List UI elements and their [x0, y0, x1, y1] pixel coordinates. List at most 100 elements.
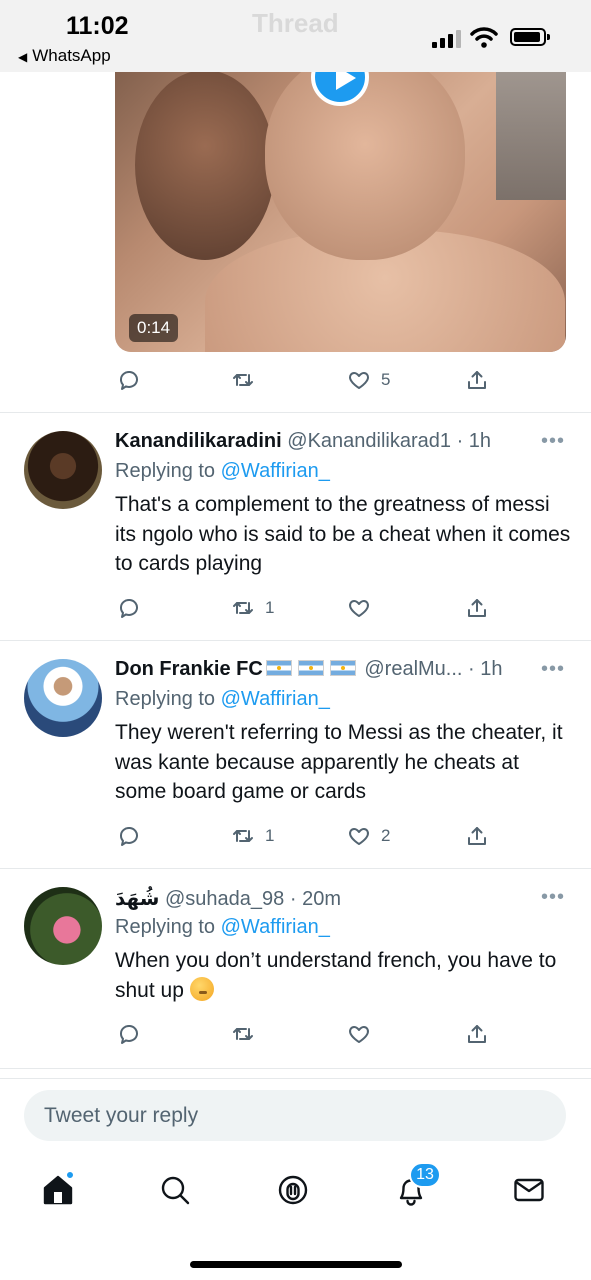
reply-header: Kanandilikaradini @Kanandilikarad1 · 1h: [115, 430, 535, 453]
replying-label: Replying to: [115, 688, 216, 710]
tab-home[interactable]: [40, 1170, 80, 1212]
avatar[interactable]: [24, 431, 102, 509]
retweet-button[interactable]: [231, 366, 255, 394]
status-bar: Thread 11:02 ◀ WhatsApp: [0, 0, 591, 72]
heart-icon: [349, 372, 369, 389]
reply-button[interactable]: [117, 366, 141, 394]
share-button[interactable]: [465, 822, 489, 850]
tweet-actions: [115, 1020, 495, 1048]
divider: [0, 412, 591, 413]
replying-to: Replying to @Waffirian_: [115, 916, 330, 939]
mail-icon: [514, 1178, 544, 1202]
tweet-reply-input[interactable]: Tweet your reply: [24, 1090, 566, 1141]
share-button[interactable]: [465, 594, 489, 622]
display-name[interactable]: Don Frankie FC: [115, 658, 263, 680]
avatar[interactable]: [24, 887, 102, 965]
bottom-tab-bar: 13: [0, 1160, 591, 1220]
like-button[interactable]: 2: [347, 822, 390, 850]
retweet-icon: [233, 602, 253, 614]
video-duration: 0:14: [129, 314, 179, 342]
replying-label: Replying to: [115, 916, 216, 938]
tab-search[interactable]: [157, 1172, 197, 1212]
reply-button[interactable]: [117, 1020, 141, 1048]
divider: [0, 1068, 591, 1069]
user-handle[interactable]: @suhada_98: [165, 888, 284, 910]
like-button[interactable]: [347, 1020, 381, 1048]
replying-label: Replying to: [115, 460, 216, 482]
argentina-flag-icon: [265, 660, 292, 676]
share-icon: [468, 599, 486, 617]
share-icon: [468, 827, 486, 845]
divider: [0, 868, 591, 869]
replying-to: Replying to @Waffirian_: [115, 688, 330, 711]
like-button[interactable]: 5: [347, 366, 390, 394]
tweet-text: They weren't referring to Messi as the c…: [115, 721, 563, 803]
heart-icon: [349, 828, 369, 845]
home-indicator: [190, 1261, 402, 1268]
share-button[interactable]: [465, 1020, 489, 1048]
replying-to: Replying to @Waffirian_: [115, 460, 330, 483]
divider: [0, 1078, 591, 1079]
tweet-video[interactable]: 0:14: [115, 40, 566, 352]
share-icon: [468, 371, 486, 389]
tweet-text-container: When you don’t understand french, you ha…: [115, 946, 575, 1005]
avatar[interactable]: [24, 659, 102, 737]
reply-placeholder: Tweet your reply: [44, 1103, 199, 1127]
argentina-flag-icon: [297, 660, 324, 676]
retweet-count: 1: [265, 826, 275, 845]
reply-button[interactable]: [117, 594, 141, 622]
reply-header: Don Frankie FC @realMu... · 1h: [115, 658, 535, 681]
share-button[interactable]: [465, 366, 489, 394]
retweet-icon: [233, 1028, 253, 1040]
heart-icon: [349, 600, 369, 617]
argentina-flag-icon: [329, 660, 356, 676]
reply-icon: [119, 1025, 138, 1044]
like-count: 2: [381, 826, 391, 845]
display-name[interactable]: Kanandilikaradini: [115, 430, 282, 452]
back-to-app-link[interactable]: ◀ WhatsApp: [18, 46, 111, 66]
heart-icon: [349, 1026, 369, 1043]
tweet-text: That's a complement to the greatness of …: [115, 493, 571, 575]
replying-handle[interactable]: @Waffirian_: [221, 916, 330, 938]
retweet-icon: [233, 830, 253, 842]
back-triangle-icon: ◀: [18, 50, 28, 64]
more-options-icon[interactable]: •••: [541, 430, 565, 453]
replying-handle[interactable]: @Waffirian_: [221, 460, 330, 482]
retweet-button[interactable]: 1: [231, 594, 274, 622]
reply-icon: [119, 827, 138, 846]
replying-handle[interactable]: @Waffirian_: [221, 688, 330, 710]
tweet-actions: 1: [115, 594, 495, 622]
reply-button[interactable]: [117, 822, 141, 850]
battery-icon: [510, 28, 550, 46]
tweet-actions: 1 2: [115, 822, 495, 850]
retweet-button[interactable]: 1: [231, 822, 274, 850]
tab-notifications[interactable]: 13: [393, 1162, 441, 1212]
reply-header: شُهَدَ @suhada_98 · 20m: [115, 886, 535, 911]
share-icon: [468, 1025, 486, 1043]
cellular-signal-icon: [432, 30, 461, 48]
retweet-button[interactable]: [231, 1020, 265, 1048]
reply-icon: [119, 599, 138, 618]
search-icon: [161, 1176, 190, 1205]
like-button[interactable]: [347, 594, 381, 622]
tweet-time: · 1h: [468, 658, 503, 680]
tab-messages[interactable]: [511, 1172, 551, 1212]
new-content-dot: [65, 1170, 75, 1180]
tab-spaces[interactable]: [275, 1172, 315, 1212]
like-count: 5: [381, 370, 391, 389]
spaces-icon: [278, 1175, 308, 1205]
notifications-badge: 13: [409, 1162, 441, 1188]
more-options-icon[interactable]: •••: [541, 886, 565, 909]
retweet-icon: [233, 374, 253, 386]
user-handle[interactable]: @Kanandilikarad1: [287, 430, 451, 452]
back-app-label: WhatsApp: [32, 46, 111, 65]
shushing-face-emoji-icon: [189, 976, 214, 1001]
display-name[interactable]: شُهَدَ: [115, 888, 159, 910]
user-handle[interactable]: @realMu...: [364, 658, 462, 680]
reply-icon: [119, 371, 138, 390]
tweet-time: · 20m: [289, 888, 341, 910]
tweet-time: · 1h: [456, 430, 492, 452]
more-options-icon[interactable]: •••: [541, 658, 565, 681]
header-title-faded: Thread: [252, 8, 339, 38]
wifi-icon: [470, 27, 498, 48]
